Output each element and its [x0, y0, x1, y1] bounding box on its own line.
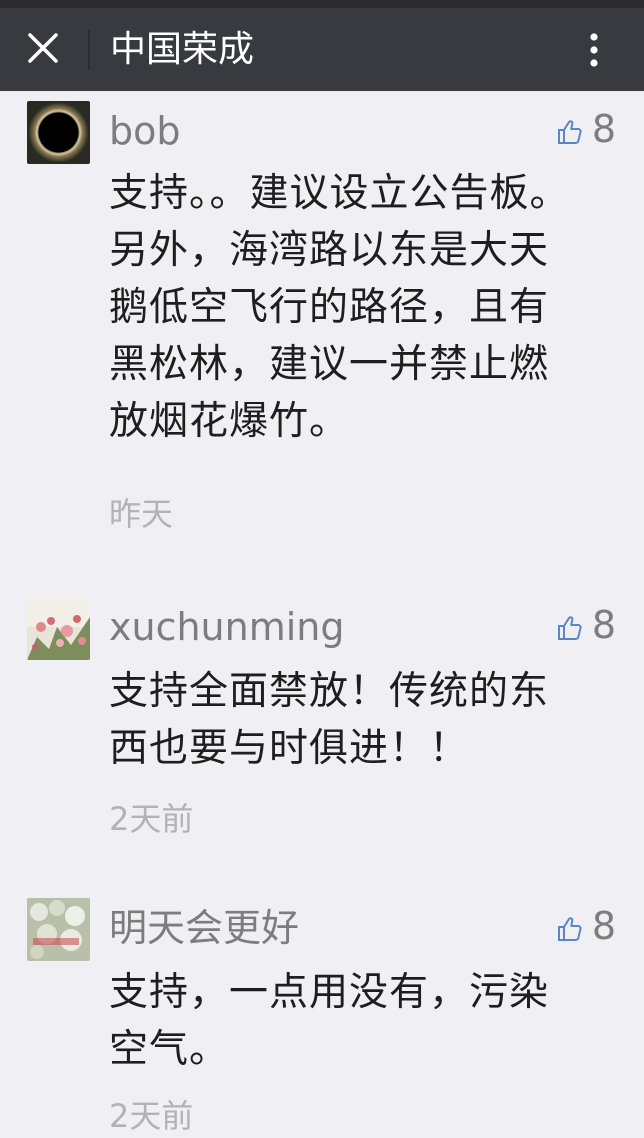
like-button[interactable]: 8	[556, 900, 616, 952]
like-count: 8	[591, 603, 616, 647]
header-divider	[88, 30, 90, 70]
avatar[interactable]	[27, 597, 90, 660]
status-bar	[0, 0, 644, 8]
comment-time: 2天前	[109, 1097, 194, 1135]
more-button[interactable]	[574, 26, 614, 74]
comment-text: 支持全面禁放！传统的东西也要与时俱进！！	[109, 669, 550, 771]
thumbs-up-icon	[556, 915, 584, 943]
nickname[interactable]: xuchunming	[109, 601, 345, 653]
top-bar: 中国荣成	[0, 8, 644, 91]
blossom-avatar-icon	[27, 898, 90, 961]
close-button[interactable]	[18, 23, 70, 75]
eclipse-avatar-icon	[27, 101, 90, 164]
more-vertical-icon	[590, 33, 598, 67]
flower-avatar-icon	[27, 597, 90, 660]
close-icon	[28, 33, 58, 63]
comment-time: 昨天	[109, 495, 174, 533]
thumbs-up-icon	[556, 614, 584, 642]
page-title: 中国荣成	[110, 29, 255, 70]
thumbs-up-icon	[556, 118, 584, 146]
comment-time: 2天前	[109, 800, 194, 838]
like-button[interactable]: 8	[556, 103, 616, 155]
nickname[interactable]: 明天会更好	[109, 902, 299, 954]
like-count: 8	[591, 904, 616, 948]
like-button[interactable]: 8	[556, 599, 616, 651]
like-count: 8	[591, 107, 616, 151]
avatar[interactable]	[27, 898, 90, 961]
comment-text: 支持。。建议设立公告板。另外，海湾路以东是大天鹅低空飞行的路径，且有黑松林，建议…	[109, 171, 570, 444]
nickname[interactable]: bob	[109, 105, 181, 157]
comment-text: 支持，一点用没有，污染空气。	[109, 970, 550, 1072]
avatar[interactable]	[27, 101, 90, 164]
